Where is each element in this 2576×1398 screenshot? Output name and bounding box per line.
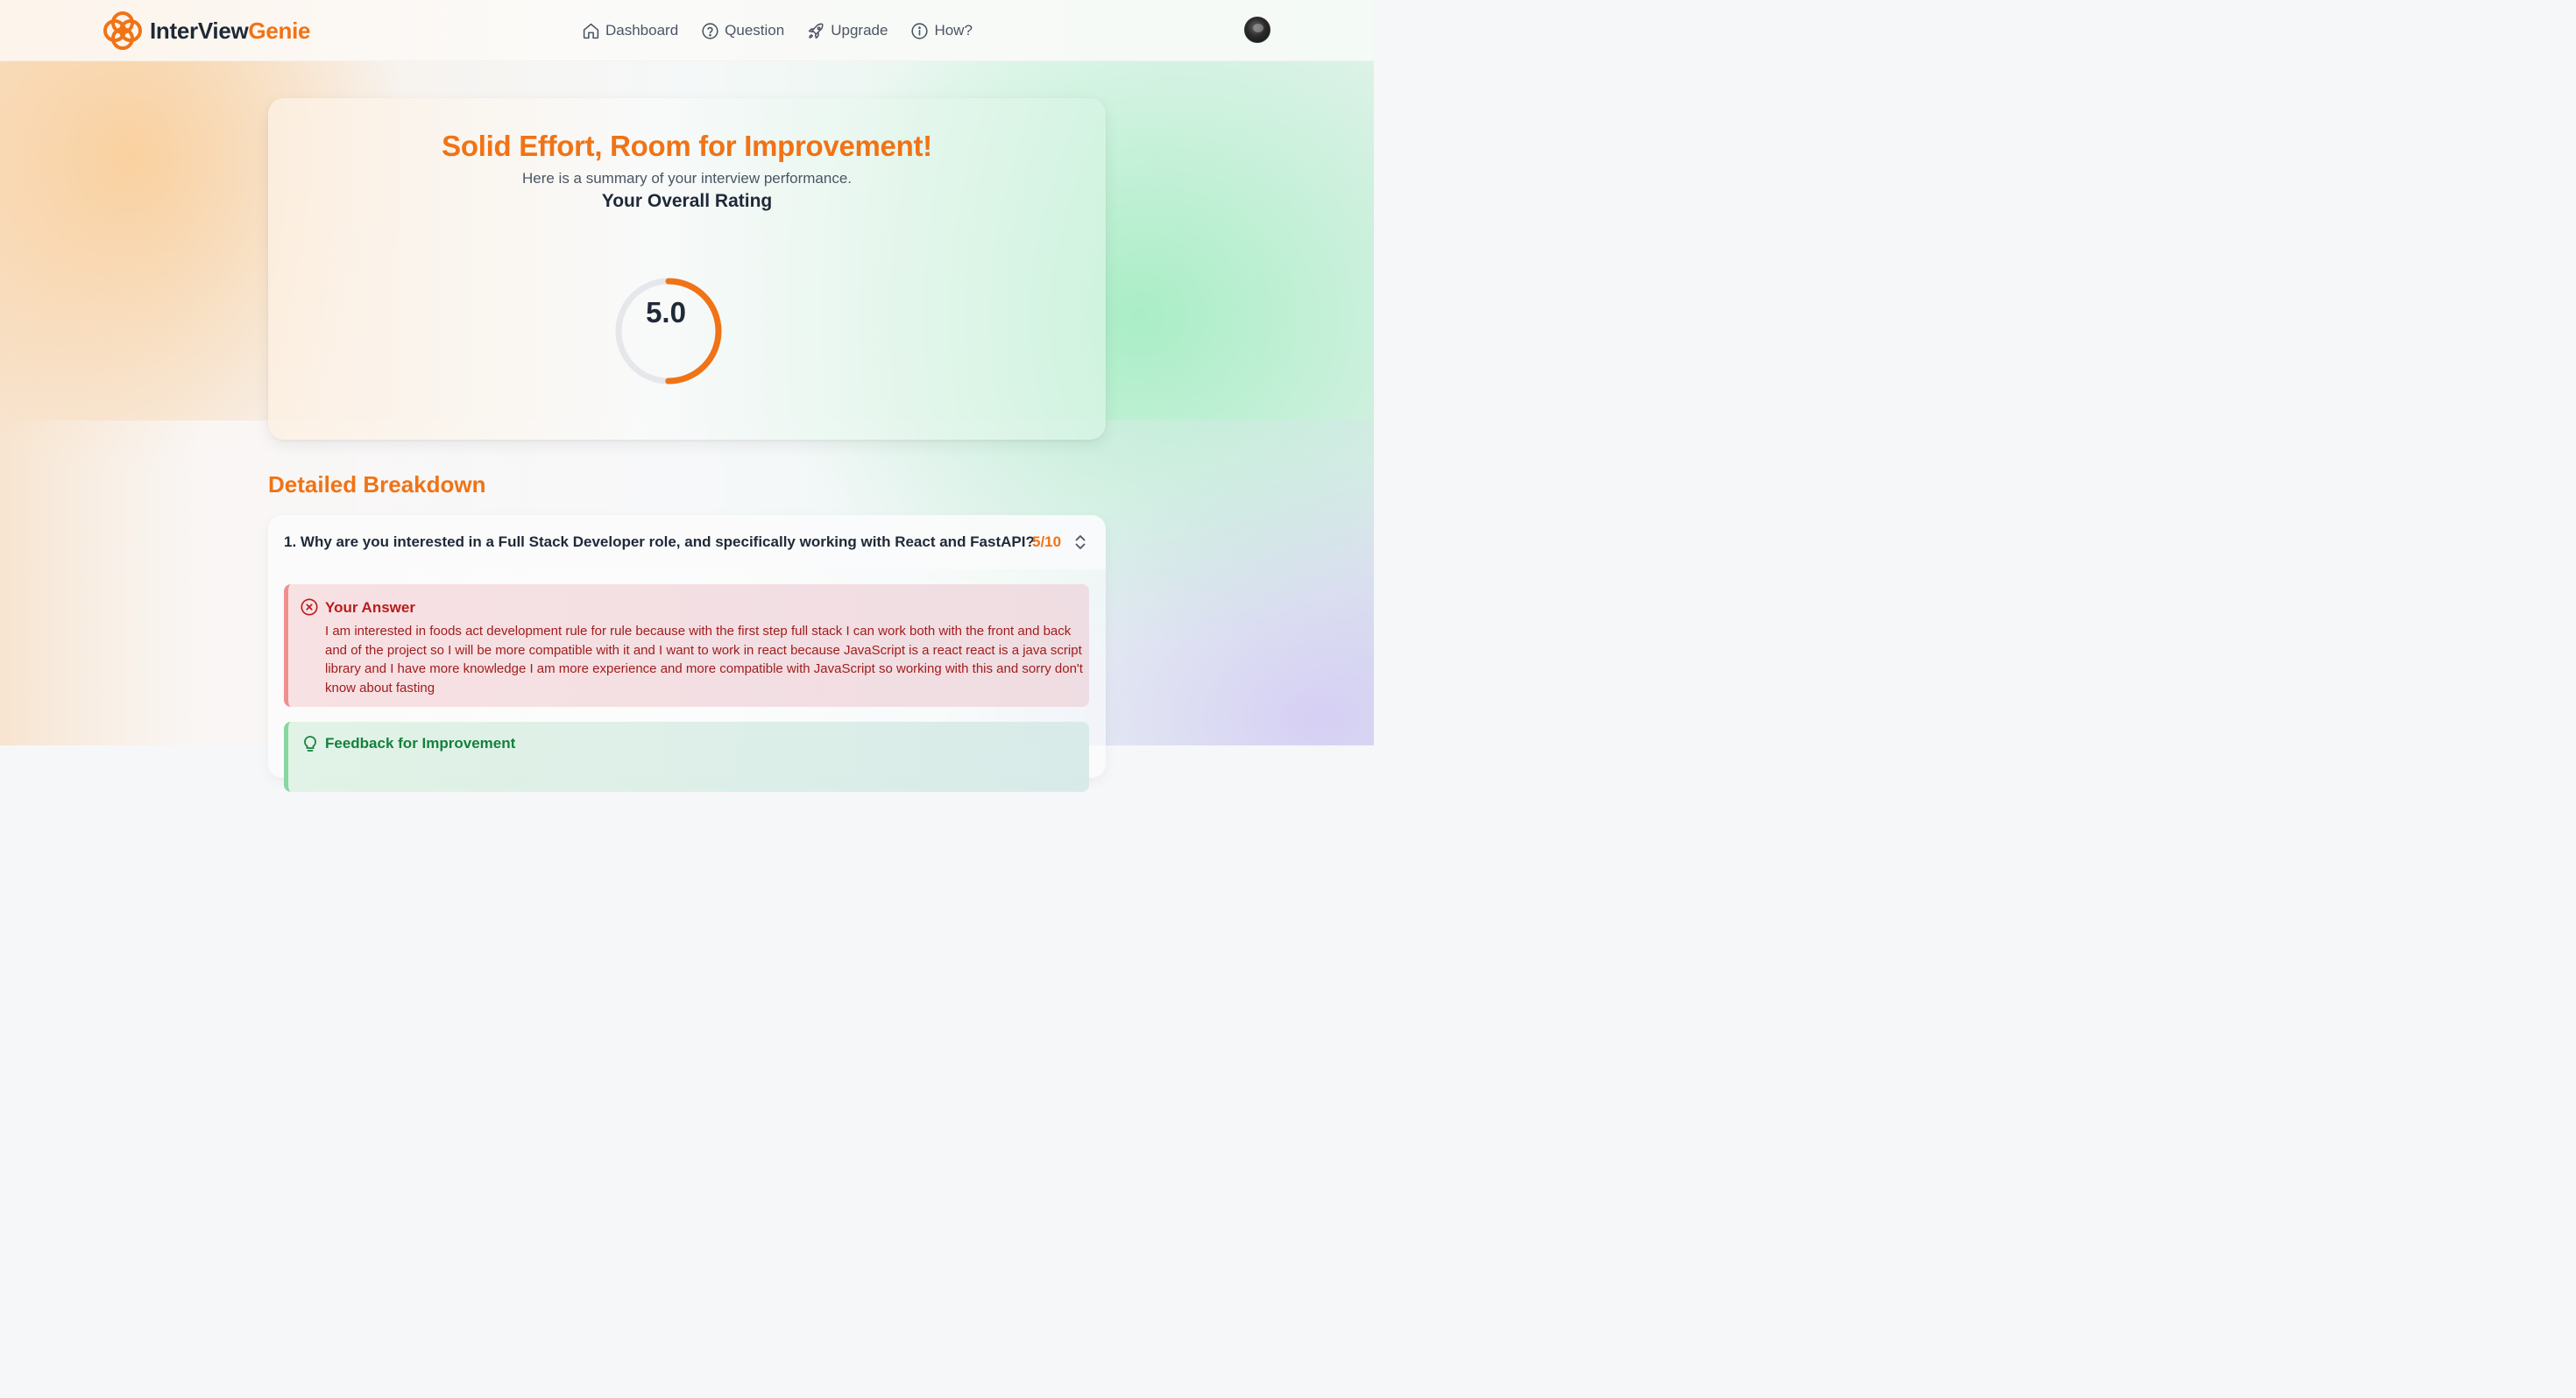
answer-text: I am interested in foods act development… — [325, 624, 1083, 695]
brand-logo-link[interactable]: InterViewGenie — [103, 11, 310, 51]
brand-name-part1: InterView — [150, 17, 249, 44]
nav-upgrade[interactable]: Upgrade — [807, 18, 888, 44]
nav-upgrade-label: Upgrade — [831, 22, 888, 39]
question-accordion-header[interactable]: 1. Why are you interested in a Full Stac… — [268, 515, 1106, 569]
main-nav: Dashboard Question Upgrade How? — [582, 18, 973, 44]
interlocking-rings-logo-icon — [103, 11, 143, 51]
chevron-up-down-icon[interactable] — [1073, 533, 1087, 555]
home-icon — [582, 22, 600, 40]
brand-name-part2: Genie — [248, 17, 311, 44]
feedback-box: Feedback for Improvement — [284, 722, 1089, 792]
nav-how[interactable]: How? — [910, 18, 973, 44]
x-circle-icon — [300, 597, 319, 621]
nav-dashboard[interactable]: Dashboard — [582, 18, 678, 44]
question-text: 1. Why are you interested in a Full Stac… — [284, 533, 1035, 550]
nav-how-label: How? — [934, 22, 973, 39]
question-circle-icon — [701, 22, 719, 40]
lightbulb-icon — [301, 735, 319, 759]
nav-dashboard-label: Dashboard — [605, 22, 679, 39]
nav-question[interactable]: Question — [701, 18, 784, 44]
summary-card: Solid Effort, Room for Improvement! Here… — [268, 98, 1106, 440]
rating-gauge — [614, 277, 723, 385]
info-circle-icon — [910, 22, 929, 40]
nav-question-label: Question — [725, 22, 785, 39]
feedback-title: Feedback for Improvement — [325, 735, 516, 752]
user-avatar[interactable] — [1244, 17, 1270, 43]
brand-name: InterViewGenie — [150, 18, 310, 45]
breakdown-title: Detailed Breakdown — [268, 471, 486, 498]
answer-title: Your Answer — [325, 599, 415, 616]
summary-subtitle: Here is a summary of your interview perf… — [521, 170, 853, 187]
top-navbar: InterViewGenie Dashboard Question Upgrad… — [0, 0, 1374, 61]
rocket-icon — [807, 22, 825, 40]
summary-title: Solid Effort, Room for Improvement! — [442, 130, 932, 162]
rating-value-text: 5.0 — [646, 296, 686, 328]
question-card: 1. Why are you interested in a Full Stac… — [268, 515, 1106, 792]
question-score: 5/10 — [1032, 533, 1062, 550]
overall-rating-label: Your Overall Rating — [601, 191, 773, 211]
answer-box: Your Answer I am interested in foods act… — [284, 584, 1089, 707]
